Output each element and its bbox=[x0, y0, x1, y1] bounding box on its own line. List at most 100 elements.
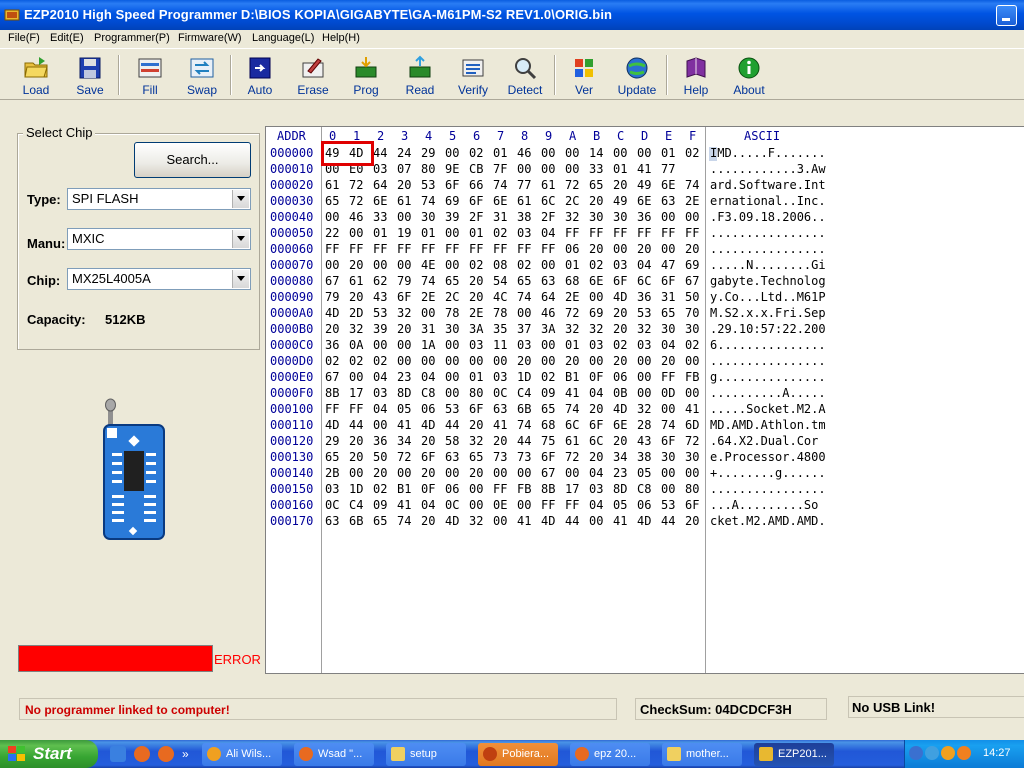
hex-byte[interactable]: 63 bbox=[541, 274, 555, 288]
hex-byte[interactable]: 7F bbox=[493, 162, 507, 176]
hex-byte[interactable]: 03 bbox=[589, 482, 603, 496]
hex-row[interactable]: 000110 4D 44 00 41 4D 44 20 41 74 68 6C 6F 6E 28 74 6D MD… bbox=[266, 417, 1024, 433]
hex-byte[interactable]: 20 bbox=[589, 194, 603, 208]
hex-byte[interactable]: 03 bbox=[373, 386, 387, 400]
hex-byte[interactable]: 9E bbox=[445, 162, 459, 176]
hex-byte[interactable]: FF bbox=[493, 482, 507, 496]
hex-byte[interactable]: 31 bbox=[493, 210, 507, 224]
hex-byte[interactable]: 00 bbox=[661, 242, 675, 256]
hex-byte[interactable]: 00 bbox=[589, 290, 603, 304]
hex-byte[interactable]: 74 bbox=[565, 402, 579, 416]
hex-byte[interactable]: 67 bbox=[685, 274, 699, 288]
hex-byte[interactable]: 53 bbox=[445, 402, 459, 416]
hex-row[interactable]: 0000C0 36 0A 00 00 1A 00 03 11 03 00 01 03 02 03 04 02 6.… bbox=[266, 337, 1024, 353]
hex-byte[interactable]: 00 bbox=[325, 210, 339, 224]
hex-byte[interactable]: 6B bbox=[349, 514, 363, 528]
hex-byte[interactable]: 20 bbox=[325, 322, 339, 336]
hex-byte[interactable]: 6F bbox=[469, 194, 483, 208]
hex-byte[interactable]: 65 bbox=[541, 402, 555, 416]
hex-byte[interactable]: 04 bbox=[589, 498, 603, 512]
hex-byte[interactable]: 72 bbox=[397, 450, 411, 464]
hex-byte[interactable]: 03 bbox=[517, 338, 531, 352]
hex-row[interactable]: 000100 FF FF 04 05 06 53 6F 63 6B 65 74 20 4D 32 00 41..… bbox=[266, 401, 1024, 417]
hex-byte[interactable]: FF bbox=[325, 242, 339, 256]
hex-byte[interactable]: 00 bbox=[565, 146, 579, 160]
hex-byte[interactable]: 17 bbox=[349, 386, 363, 400]
ascii-text[interactable]: .....Socket.M2.A bbox=[710, 402, 826, 416]
hex-byte[interactable]: 61 bbox=[541, 178, 555, 192]
hex-byte[interactable]: C4 bbox=[349, 498, 363, 512]
hex-byte[interactable]: 4D bbox=[421, 418, 435, 432]
hex-byte[interactable]: 4D bbox=[613, 290, 627, 304]
verify-button[interactable]: Verify bbox=[450, 53, 496, 97]
hex-byte[interactable]: 4D bbox=[637, 514, 651, 528]
hex-byte[interactable]: 00 bbox=[637, 386, 651, 400]
hex-byte[interactable]: 00 bbox=[373, 258, 387, 272]
hex-byte[interactable]: 01 bbox=[613, 162, 627, 176]
hex-byte[interactable]: 38 bbox=[637, 450, 651, 464]
hex-byte[interactable]: 72 bbox=[565, 306, 579, 320]
hex-byte[interactable]: 74 bbox=[493, 178, 507, 192]
hex-byte[interactable]: CB bbox=[469, 162, 483, 176]
hex-byte[interactable]: 0C bbox=[445, 498, 459, 512]
hex-byte[interactable]: 2E bbox=[685, 194, 699, 208]
hex-byte[interactable]: 11 bbox=[493, 338, 507, 352]
ascii-text[interactable]: ................ bbox=[710, 482, 826, 496]
hex-byte[interactable]: 80 bbox=[421, 162, 435, 176]
hex-byte[interactable]: 22 bbox=[325, 226, 339, 240]
hex-byte[interactable]: 20 bbox=[517, 354, 531, 368]
hex-byte[interactable]: 4C bbox=[493, 290, 507, 304]
hex-byte[interactable]: B1 bbox=[565, 370, 579, 384]
hex-byte[interactable]: 00 bbox=[469, 498, 483, 512]
hex-byte[interactable]: 30 bbox=[661, 450, 675, 464]
hex-byte[interactable]: 53 bbox=[421, 178, 435, 192]
hex-byte[interactable]: 00 bbox=[493, 514, 507, 528]
hex-byte[interactable]: 00 bbox=[661, 466, 675, 480]
hex-byte[interactable]: 0A bbox=[349, 338, 363, 352]
hex-row[interactable]: 0000F0 8B 17 03 8D C8 00 80 0C C4 09 41 04 0B 00 0D 00..… bbox=[266, 385, 1024, 401]
hex-byte[interactable]: 14 bbox=[589, 146, 603, 160]
hex-byte[interactable]: 68 bbox=[565, 274, 579, 288]
hex-byte[interactable]: 29 bbox=[421, 146, 435, 160]
tray-app-icon[interactable] bbox=[941, 746, 955, 760]
hex-byte[interactable]: 02 bbox=[349, 354, 363, 368]
quicklaunch-explorer-icon[interactable] bbox=[110, 746, 126, 762]
hex-byte[interactable]: 20 bbox=[421, 514, 435, 528]
hex-byte[interactable]: FF bbox=[325, 402, 339, 416]
hex-byte[interactable]: 02 bbox=[541, 370, 555, 384]
ascii-text[interactable]: .64.X2.Dual.Cor bbox=[710, 434, 818, 448]
hex-byte[interactable]: 49 bbox=[613, 194, 627, 208]
hex-byte[interactable]: FF bbox=[349, 402, 363, 416]
ascii-text[interactable]: .....N........Gi bbox=[710, 258, 826, 272]
hex-byte[interactable]: 20 bbox=[589, 402, 603, 416]
hex-byte[interactable]: FF bbox=[397, 242, 411, 256]
start-button[interactable]: Start bbox=[0, 740, 98, 768]
ascii-text[interactable]: ...A.........So bbox=[710, 498, 818, 512]
hex-byte[interactable]: 30 bbox=[613, 210, 627, 224]
hex-byte[interactable]: 6E bbox=[613, 418, 627, 432]
read-button[interactable]: Read bbox=[398, 53, 442, 97]
hex-byte[interactable]: 06 bbox=[565, 242, 579, 256]
hex-byte[interactable]: 65 bbox=[325, 450, 339, 464]
task-item[interactable]: Ali Wils... bbox=[202, 743, 282, 766]
hex-byte[interactable]: 20 bbox=[613, 354, 627, 368]
minimize-button[interactable] bbox=[996, 5, 1017, 26]
hex-byte[interactable]: 69 bbox=[589, 306, 603, 320]
hex-byte[interactable]: 30 bbox=[589, 210, 603, 224]
hex-byte[interactable]: 03 bbox=[517, 226, 531, 240]
hex-byte[interactable]: 20 bbox=[685, 514, 699, 528]
hex-byte[interactable]: 00 bbox=[637, 370, 651, 384]
hex-byte[interactable]: 47 bbox=[661, 258, 675, 272]
menu-language[interactable]: Language(L) bbox=[252, 32, 314, 44]
ascii-text[interactable]: ................ bbox=[710, 226, 826, 240]
ascii-text[interactable]: M.S2.x.x.Fri.Sep bbox=[710, 306, 826, 320]
hex-byte[interactable]: FF bbox=[421, 242, 435, 256]
hex-row[interactable]: 000170 63 6B 65 74 20 4D 32 00 41 4D 44 00 41 4D 44 20 ck… bbox=[266, 513, 1024, 529]
hex-byte[interactable]: 36 bbox=[373, 434, 387, 448]
hex-byte[interactable]: 61 bbox=[325, 178, 339, 192]
hex-byte[interactable]: 61 bbox=[397, 194, 411, 208]
quicklaunch-firefox-icon[interactable] bbox=[158, 746, 174, 762]
hex-byte[interactable]: 30 bbox=[661, 322, 675, 336]
hex-byte[interactable]: 32 bbox=[637, 402, 651, 416]
hex-byte[interactable]: 73 bbox=[517, 450, 531, 464]
